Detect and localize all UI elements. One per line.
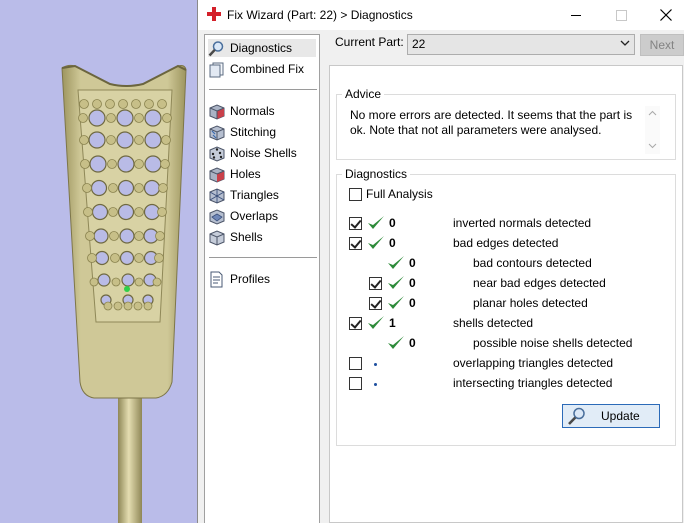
sidebar-item-overlaps[interactable]: Overlaps — [208, 207, 316, 225]
diagnostic-checkbox[interactable] — [349, 237, 362, 250]
sidebar-item-normals[interactable]: Normals — [208, 102, 316, 120]
advice-legend: Advice — [342, 87, 385, 101]
chevron-down-icon — [620, 40, 630, 46]
sidebar-item-label: Holes — [230, 167, 261, 181]
maximize-button[interactable] — [598, 0, 644, 30]
diagnostic-checkbox[interactable] — [369, 297, 382, 310]
diagnostic-checkbox[interactable] — [369, 277, 382, 290]
diagnostic-count: 0 — [409, 276, 416, 290]
diagnostic-label: shells detected — [453, 316, 534, 330]
window-title: Fix Wizard (Part: 22) > Diagnostics — [227, 8, 413, 22]
sidebar-item-profiles[interactable]: Profiles — [208, 270, 316, 288]
green-check-icon — [388, 296, 404, 309]
sidebar-item-holes[interactable]: Holes — [208, 165, 316, 183]
diagnostic-checkbox[interactable] — [349, 317, 362, 330]
full-analysis-checkbox[interactable] — [349, 188, 362, 201]
green-check-icon — [368, 236, 384, 249]
sidebar-item-label: Diagnostics — [230, 41, 293, 55]
diagnostic-count: 0 — [409, 336, 416, 350]
green-check-icon — [368, 216, 384, 229]
cube-icon — [209, 103, 225, 120]
diagnostic-label: intersecting triangles detected — [453, 376, 613, 390]
magnifier-icon — [208, 40, 224, 56]
fix-wizard-window: Fix Wizard (Part: 22) > Diagnostics Diag… — [197, 0, 684, 523]
scroll-arrows-icon — [648, 110, 657, 149]
sidebar-item-label: Stitching — [230, 125, 277, 139]
maximize-icon — [615, 9, 627, 21]
diagnostic-checkbox[interactable] — [349, 377, 362, 390]
advice-scrollbar[interactable] — [645, 106, 660, 154]
diagnostic-count: 0 — [409, 296, 416, 310]
green-check-icon — [388, 276, 404, 289]
shells-icon — [209, 229, 225, 246]
close-icon — [660, 9, 672, 21]
sidebar-item-combined-fix[interactable]: Combined Fix — [208, 60, 316, 78]
not-run-dot-icon — [374, 383, 377, 386]
shower-head-model[interactable] — [0, 0, 197, 523]
sidebar-item-stitching[interactable]: Stitching — [208, 123, 316, 141]
diagnostic-count: 0 — [389, 216, 396, 230]
full-analysis-label: Full Analysis — [366, 187, 433, 201]
stitching-icon — [209, 124, 225, 141]
diagnostic-checkbox[interactable] — [349, 217, 362, 230]
sidebar-item-label: Normals — [230, 104, 275, 118]
overlaps-icon — [209, 208, 225, 225]
update-label: Update — [601, 409, 640, 423]
next-button[interactable]: Next — [640, 34, 684, 56]
sidebar-item-triangles[interactable]: Triangles — [208, 186, 316, 204]
current-part-value: 22 — [412, 37, 426, 51]
sidebar-item-shells[interactable]: Shells — [208, 228, 316, 246]
diagnostic-count: 1 — [389, 316, 396, 330]
sidebar-item-label: Triangles — [230, 188, 279, 202]
close-button[interactable] — [643, 0, 684, 30]
current-part-label: Current Part: — [335, 35, 404, 49]
red-cross-icon — [207, 7, 221, 21]
advice-text: No more errors are detected. It seems th… — [350, 108, 633, 137]
holes-icon — [209, 166, 225, 183]
update-button[interactable]: Update — [562, 404, 660, 428]
pages-icon — [209, 62, 224, 77]
diagnostic-label: near bad edges detected — [473, 276, 606, 290]
sidebar-item-label: Noise Shells — [230, 146, 297, 160]
sidebar-item-label: Overlaps — [230, 209, 279, 223]
sidebar-item-label: Profiles — [230, 272, 271, 286]
diagnostics-panel: Advice No more errors are detected. It s… — [329, 65, 683, 523]
diagnostic-count: 0 — [409, 256, 416, 270]
wizard-sidebar: Diagnostics Combined Fix Normals Stitchi… — [204, 34, 320, 523]
document-icon — [210, 271, 223, 287]
minimize-icon — [570, 14, 581, 16]
sidebar-item-diagnostics[interactable]: Diagnostics — [208, 39, 316, 57]
minimize-button[interactable] — [553, 0, 599, 30]
diagnostic-label: bad contours detected — [473, 256, 592, 270]
sidebar-item-noise-shells[interactable]: Noise Shells — [208, 144, 316, 162]
title-bar[interactable]: Fix Wizard (Part: 22) > Diagnostics — [198, 0, 684, 30]
diagnostic-label: planar holes detected — [473, 296, 588, 310]
diagnostic-label: inverted normals detected — [453, 216, 592, 230]
diagnostics-legend: Diagnostics — [342, 167, 411, 181]
diagnostic-label: overlapping triangles detected — [453, 356, 614, 370]
diagnostic-checkbox[interactable] — [349, 357, 362, 370]
diagnostic-label: bad edges detected — [453, 236, 559, 250]
advice-text-box[interactable]: No more errors are detected. It seems th… — [344, 106, 660, 154]
green-check-icon — [388, 336, 404, 349]
sidebar-item-label: Combined Fix — [230, 62, 305, 76]
green-check-icon — [368, 316, 384, 329]
3d-viewport[interactable] — [0, 0, 197, 523]
green-check-icon — [388, 256, 404, 269]
current-part-select[interactable]: 22 — [407, 34, 635, 55]
triangles-icon — [209, 187, 225, 204]
magnifier-icon — [568, 407, 585, 425]
not-run-dot-icon — [374, 363, 377, 366]
sidebar-divider — [209, 89, 317, 90]
sidebar-divider — [209, 257, 317, 258]
sidebar-item-label: Shells — [230, 230, 263, 244]
diagnostic-count: 0 — [389, 236, 396, 250]
diagnostic-label: possible noise shells detected — [473, 336, 633, 350]
dice-icon — [209, 145, 225, 162]
